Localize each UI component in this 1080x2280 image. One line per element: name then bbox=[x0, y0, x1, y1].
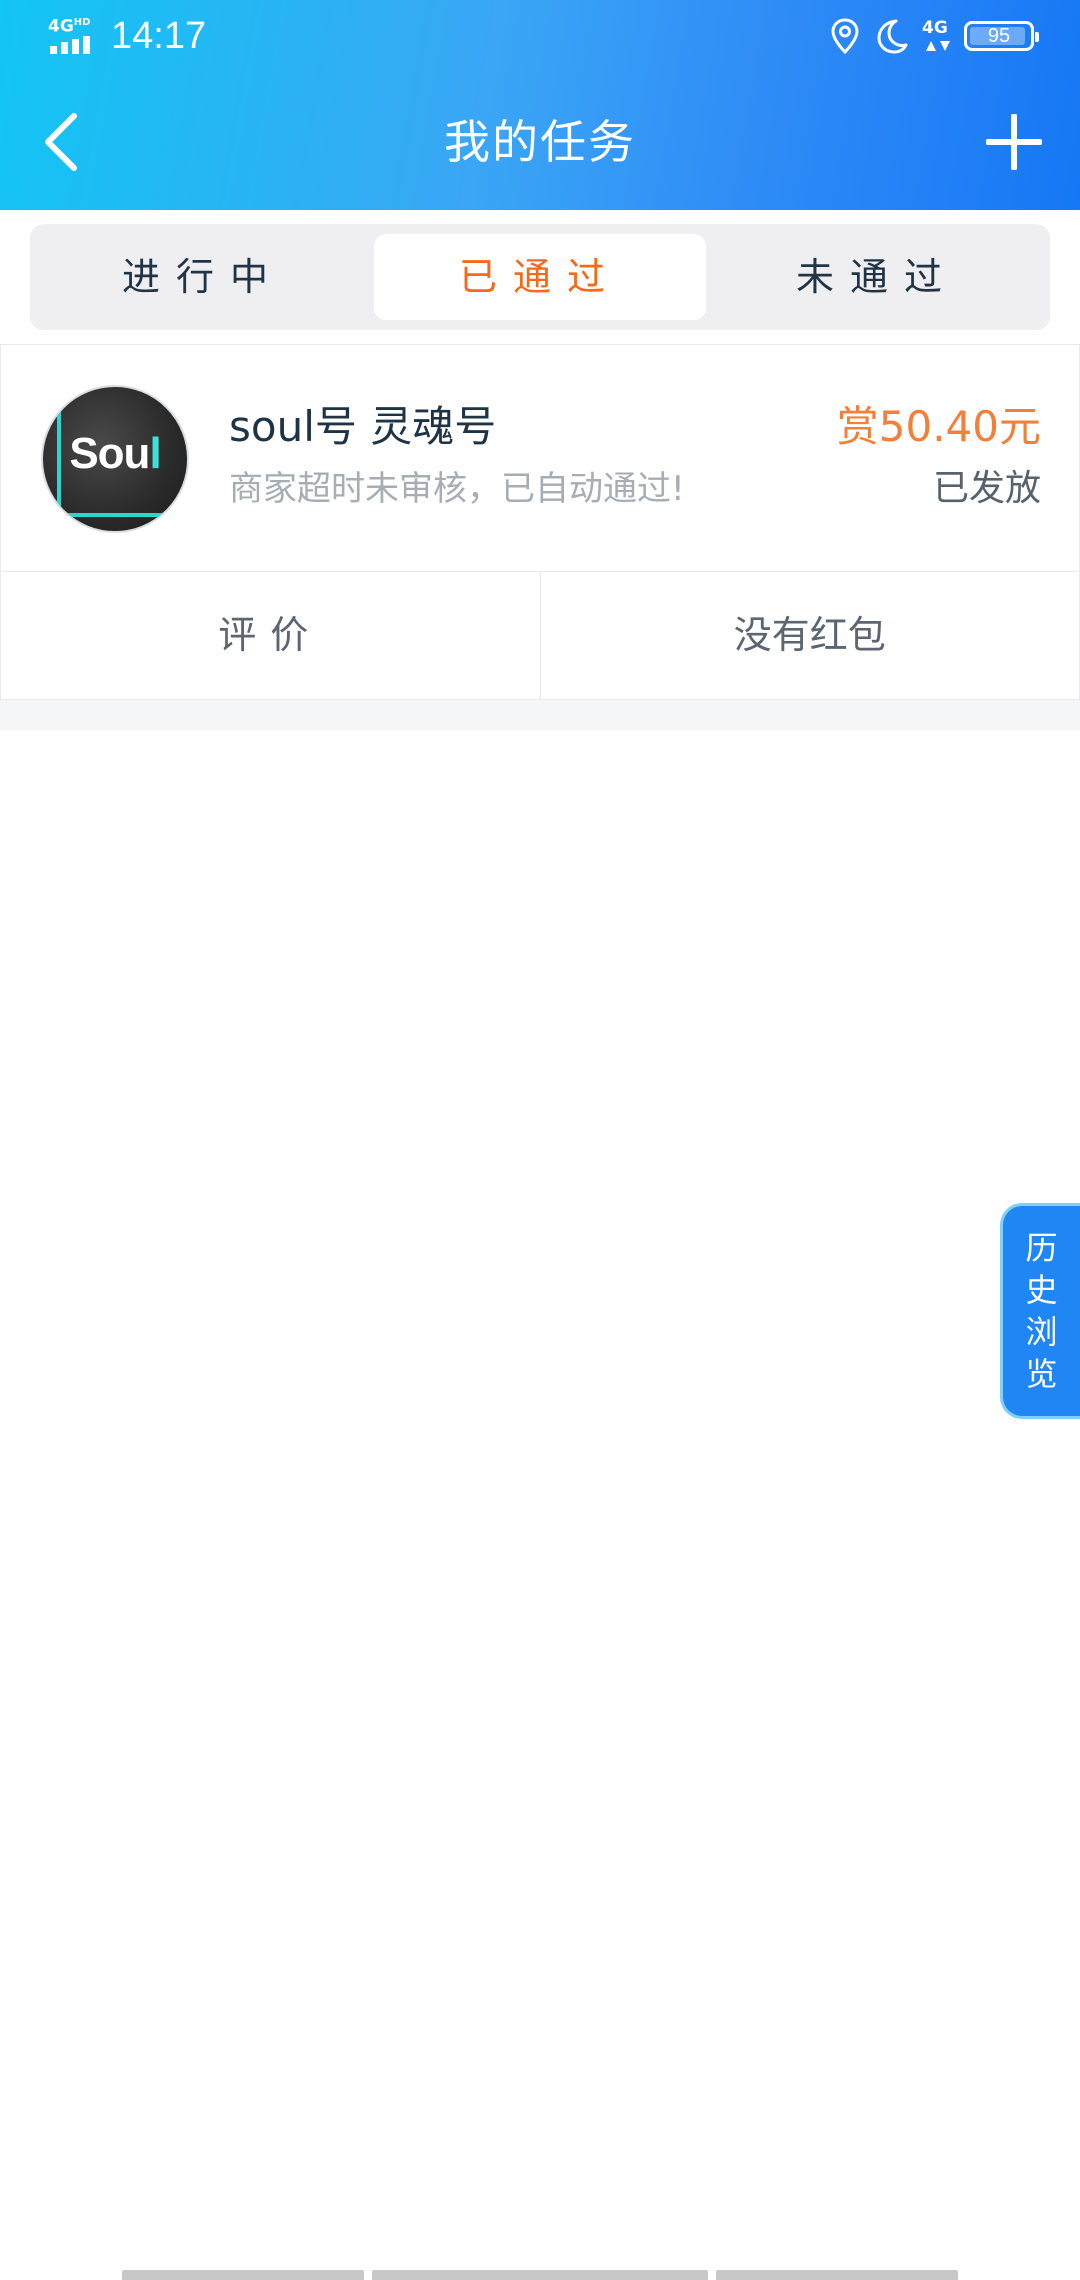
title-bar: 我的任务 bbox=[0, 74, 1080, 210]
tab-rejected[interactable]: 未通过 bbox=[714, 234, 1040, 320]
red-packet-button[interactable]: 没有红包 bbox=[541, 571, 1080, 699]
history-browse-label: 历史浏览 bbox=[1025, 1229, 1058, 1393]
task-status-text: 商家超时未审核，已自动通过! bbox=[229, 469, 685, 509]
tab-in-progress[interactable]: 进行中 bbox=[40, 234, 366, 320]
history-browse-button[interactable]: 历史浏览 bbox=[1000, 1203, 1080, 1419]
nav-hint-center bbox=[372, 2270, 708, 2280]
task-avatar: Soul bbox=[41, 385, 189, 533]
reward-issued-status: 已发放 bbox=[932, 468, 1041, 509]
nav-hint-left bbox=[122, 2270, 364, 2280]
status-tabs: 进行中 已通过 未通过 bbox=[30, 224, 1050, 330]
task-card: Soul soul号 灵魂号 商家超时未审核，已自动通过! 赏50.40元 已发… bbox=[0, 344, 1080, 700]
task-title: soul号 灵魂号 bbox=[229, 402, 497, 451]
battery-level: 95 bbox=[987, 24, 1011, 47]
add-task-button[interactable] bbox=[976, 104, 1052, 180]
status-time: 14:17 bbox=[111, 15, 207, 57]
tab-approved[interactable]: 已通过 bbox=[374, 234, 706, 320]
status-icons: 4G 95 bbox=[830, 14, 1039, 58]
network-4g-icon: 4G bbox=[922, 18, 950, 54]
location-icon bbox=[831, 18, 859, 54]
soul-logo-icon: Soul bbox=[69, 429, 161, 478]
battery-icon: 95 bbox=[964, 21, 1039, 51]
task-reward: 赏50.40元 bbox=[836, 402, 1041, 451]
plus-icon bbox=[986, 114, 1042, 170]
status-bar: 4GHD 14:17 4G 95 bbox=[0, 0, 1080, 74]
list-separator bbox=[0, 700, 1080, 730]
task-card-body[interactable]: Soul soul号 灵魂号 商家超时未审核，已自动通过! 赏50.40元 已发… bbox=[1, 345, 1079, 572]
signal-bars-icon bbox=[50, 36, 90, 54]
signal-indicator: 4GHD bbox=[48, 14, 100, 54]
review-button[interactable]: 评价 bbox=[1, 571, 541, 699]
network-type-label: 4GHD bbox=[48, 16, 91, 37]
page-title: 我的任务 bbox=[444, 115, 636, 169]
moon-icon bbox=[877, 19, 908, 54]
nav-hint-right bbox=[716, 2270, 958, 2280]
task-card-actions: 评价 没有红包 bbox=[1, 571, 1079, 699]
header: 4GHD 14:17 4G 95 我的任务 bbox=[0, 0, 1080, 210]
